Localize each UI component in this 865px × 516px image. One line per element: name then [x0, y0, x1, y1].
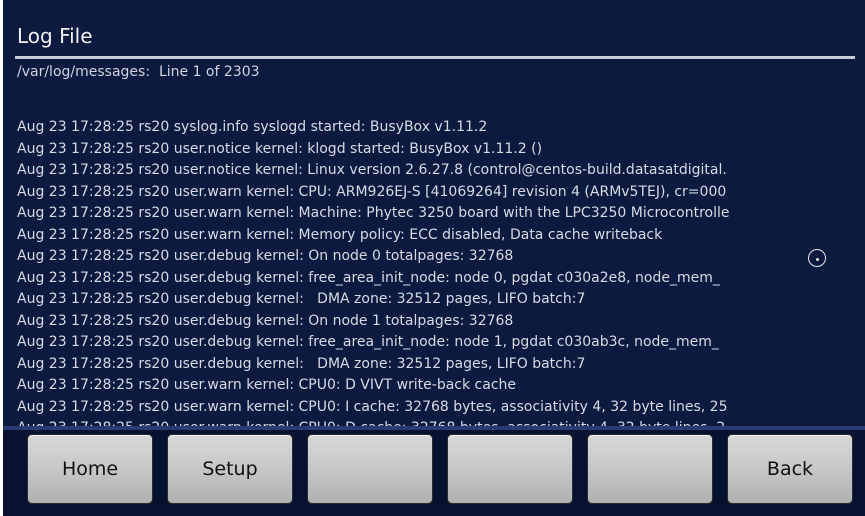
- log-line: Aug 23 17:28:25 rs20 user.debug kernel: …: [17, 248, 514, 264]
- page-title: Log File: [17, 24, 93, 48]
- log-line: Aug 23 17:28:25 rs20 user.debug kernel: …: [17, 355, 586, 372]
- soft-button-3[interactable]: [307, 434, 433, 504]
- log-file-screen: Log File /var/log/messages: Line 1 of 23…: [3, 0, 865, 516]
- log-line: Aug 23 17:28:25 rs20 user.warn kernel: C…: [17, 183, 727, 200]
- soft-button-5[interactable]: [587, 434, 713, 504]
- log-line: Aug 23 17:28:25 rs20 syslog.info syslogd…: [17, 119, 488, 135]
- file-status-line: /var/log/messages: Line 1 of 2303: [17, 64, 260, 80]
- log-line: Aug 23 17:28:25 rs20 user.debug kernel: …: [17, 334, 719, 350]
- busy-spinner-icon: [808, 249, 826, 267]
- back-button[interactable]: Back: [727, 434, 853, 504]
- title-divider: [15, 56, 855, 59]
- file-path: /var/log/messages:: [17, 64, 151, 80]
- line-position: Line 1 of 2303: [158, 64, 260, 80]
- soft-button-4[interactable]: [447, 434, 573, 504]
- log-line: Aug 23 17:28:25 rs20 user.warn kernel: M…: [17, 226, 663, 243]
- log-line: Aug 23 17:28:25 rs20 user.notice kernel:…: [17, 140, 543, 157]
- setup-button[interactable]: Setup: [167, 434, 293, 504]
- log-line: Aug 23 17:28:25 rs20 user.debug kernel: …: [17, 269, 720, 286]
- soft-button-bar: Home Setup Back: [3, 426, 865, 516]
- log-line: Aug 23 17:28:25 rs20 user.warn kernel: C…: [17, 377, 517, 393]
- log-line: Aug 23 17:28:25 rs20 user.warn kernel: M…: [17, 205, 730, 221]
- log-view[interactable]: Aug 23 17:28:25 rs20 syslog.info syslogd…: [17, 117, 865, 440]
- log-line: Aug 23 17:28:25 rs20 user.debug kernel: …: [17, 312, 514, 329]
- log-line: Aug 23 17:28:25 rs20 user.debug kernel: …: [17, 291, 586, 307]
- log-line: Aug 23 17:28:25 rs20 user.notice kernel:…: [17, 162, 727, 178]
- home-button[interactable]: Home: [27, 434, 153, 504]
- log-line: Aug 23 17:28:25 rs20 user.warn kernel: C…: [17, 398, 728, 415]
